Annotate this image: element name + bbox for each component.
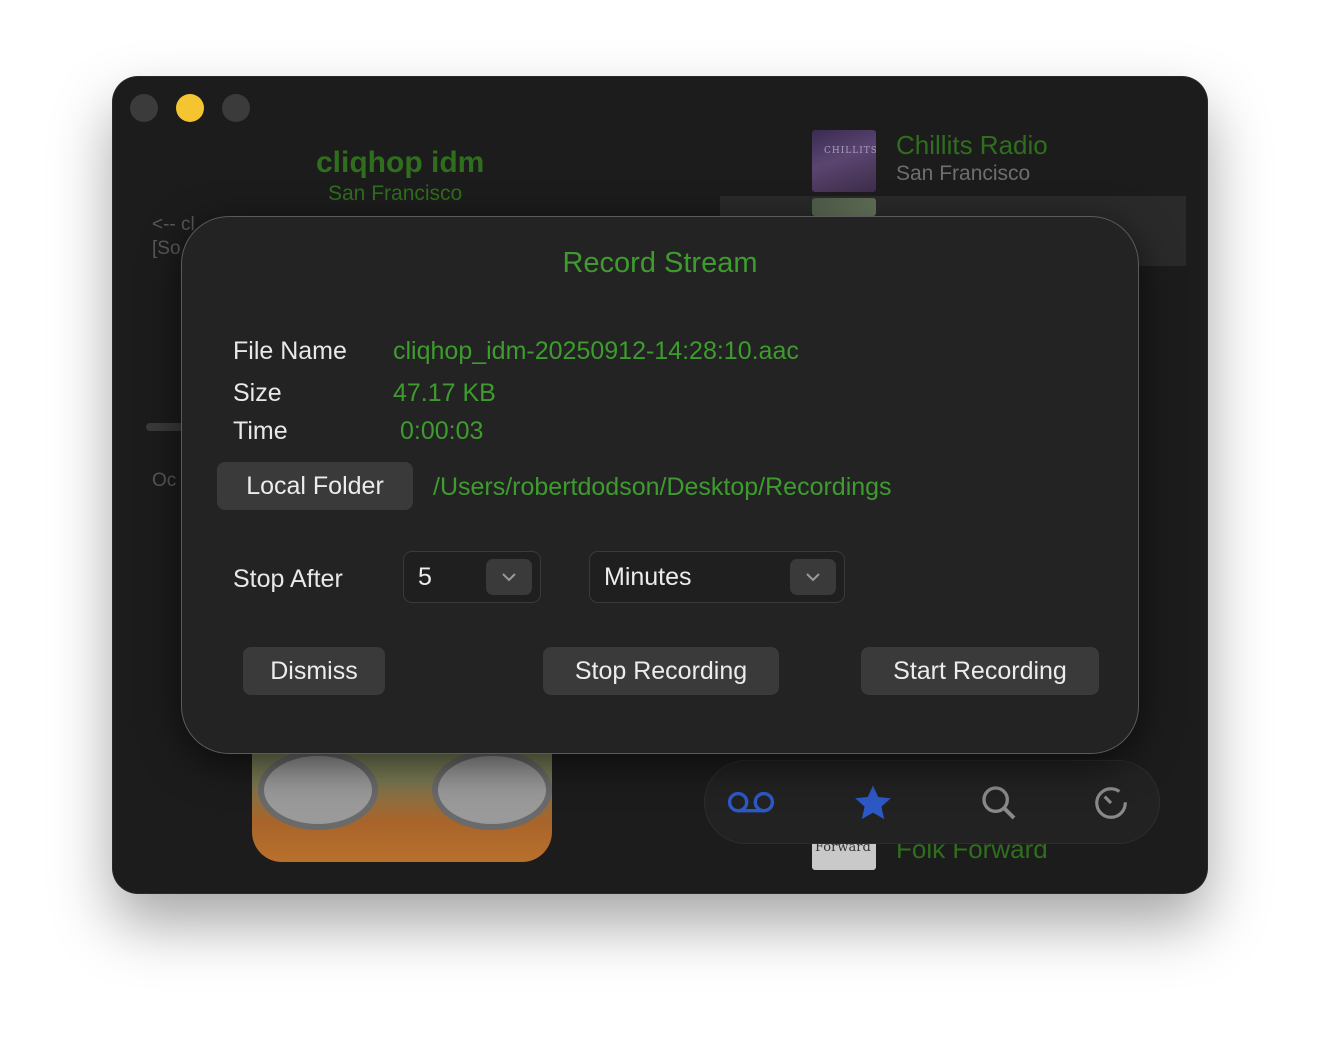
stop-after-unit-select[interactable]: Minutes (589, 551, 845, 603)
app-window: cliqhop idm San Francisco <-- cl [So Oc … (112, 76, 1208, 894)
stop-after-amount-select[interactable]: 5 (403, 551, 541, 603)
stop-after-unit-value: Minutes (604, 563, 692, 591)
time-label: Time (233, 417, 288, 445)
size-label: Size (233, 379, 282, 407)
dialog-title: Record Stream (562, 247, 758, 279)
stop-after-amount-value: 5 (418, 563, 432, 591)
record-stream-dialog: Record Stream File Name cliqhop_idm-2025… (181, 216, 1139, 754)
start-recording-button[interactable]: Start Recording (861, 647, 1099, 695)
stop-recording-button[interactable]: Stop Recording (543, 647, 779, 695)
time-value: 0:00:03 (400, 417, 484, 445)
file-name-label: File Name (233, 337, 347, 365)
file-name-value: cliqhop_idm-20250912-14:28:10.aac (393, 337, 799, 365)
dismiss-button[interactable]: Dismiss (243, 647, 385, 695)
chevron-down-icon (486, 559, 532, 595)
size-value: 47.17 KB (393, 379, 496, 407)
folder-path: /Users/robertdodson/Desktop/Recordings (433, 473, 892, 501)
stop-after-label: Stop After (233, 565, 343, 593)
local-folder-button[interactable]: Local Folder (217, 462, 413, 510)
chevron-down-icon (790, 559, 836, 595)
